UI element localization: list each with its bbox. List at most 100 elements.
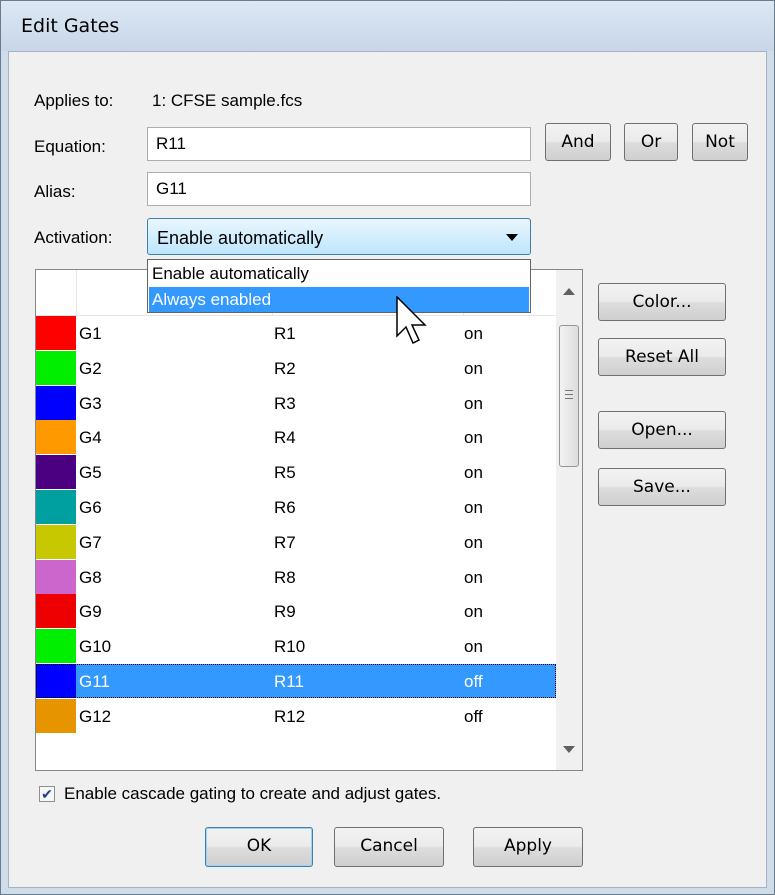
- table-row[interactable]: G10 R10 on: [36, 629, 556, 664]
- edit-gates-dialog: Edit Gates Applies to: 1: CFSE sample.fc…: [0, 0, 775, 895]
- gate-color-swatch: [36, 316, 76, 350]
- gate-name-cell: G5: [79, 463, 102, 483]
- gate-state-cell: on: [464, 498, 483, 517]
- cancel-button-label: Cancel: [360, 836, 418, 856]
- apply-button-label: Apply: [504, 836, 552, 856]
- open-button-label: Open...: [631, 420, 693, 440]
- activation-select-value: Enable automatically: [157, 228, 324, 248]
- table-row[interactable]: G6 R6 on: [36, 490, 556, 524]
- or-button[interactable]: Or: [624, 123, 678, 161]
- gate-state-cell: on: [464, 358, 483, 378]
- activation-option-enable-automatically[interactable]: Enable automatically: [149, 261, 529, 286]
- checkmark-icon: ✔: [41, 786, 53, 802]
- and-button-label: And: [561, 132, 595, 152]
- alias-label: Alias:: [34, 182, 76, 201]
- gate-color-swatch: [36, 524, 76, 559]
- table-row[interactable]: G12 R12 off: [36, 698, 556, 733]
- list-scrollbar[interactable]: [556, 270, 582, 770]
- gate-equation-cell: R7: [274, 532, 296, 552]
- and-button[interactable]: And: [545, 123, 611, 161]
- not-button-label: Not: [705, 132, 735, 152]
- ok-button[interactable]: OK: [205, 827, 313, 867]
- scroll-up-icon[interactable]: [563, 288, 575, 295]
- table-row[interactable]: G4 R4 on: [36, 420, 556, 455]
- activation-dropdown: Enable automatically Always enabled: [147, 259, 531, 313]
- gate-equation-cell: R4: [274, 428, 296, 448]
- table-row[interactable]: G2 R2 on: [36, 350, 556, 385]
- scroll-thumb[interactable]: [559, 325, 579, 467]
- gates-list[interactable]: G1 R1 on G2 R2 on G3 R3 on G4 R4 on G5 R5 on G6 R6 on G7 R7…: [35, 269, 583, 771]
- option-label: Enable automatically: [152, 264, 309, 283]
- gate-color-swatch: [36, 385, 76, 420]
- gate-state-cell: off: [464, 706, 483, 726]
- gate-equation-cell: R1: [274, 324, 296, 343]
- gate-equation-cell: R9: [274, 602, 296, 622]
- not-button[interactable]: Not: [692, 123, 748, 161]
- gate-name-cell: G9: [79, 602, 102, 622]
- gate-equation-cell: R8: [274, 567, 296, 587]
- gate-color-swatch: [36, 455, 76, 490]
- table-row[interactable]: G11 R11 off: [36, 664, 556, 698]
- alias-input[interactable]: G11: [147, 172, 531, 206]
- apply-button[interactable]: Apply: [473, 827, 583, 867]
- gate-name-cell: G12: [79, 706, 112, 726]
- table-row[interactable]: G5 R5 on: [36, 455, 556, 490]
- header-color-column[interactable]: [36, 270, 77, 315]
- mouse-pointer-icon: [396, 296, 427, 345]
- cascade-label[interactable]: Enable cascade gating to create and adju…: [64, 784, 441, 804]
- gate-equation-cell: R5: [274, 463, 296, 483]
- gate-state-cell: on: [464, 637, 483, 657]
- gate-state-cell: on: [464, 428, 483, 448]
- gate-color-swatch: [36, 350, 76, 385]
- gate-equation-cell: R10: [274, 637, 306, 657]
- table-row[interactable]: G9 R9 on: [36, 594, 556, 629]
- activation-option-always-enabled[interactable]: Always enabled: [149, 287, 529, 312]
- open-button[interactable]: Open...: [598, 411, 726, 449]
- grip-icon: [565, 398, 573, 399]
- applies-to-value: 1: CFSE sample.fcs: [152, 91, 303, 110]
- table-row[interactable]: G3 R3 on: [36, 385, 556, 420]
- gate-color-swatch: [36, 698, 76, 733]
- gate-state-cell: on: [464, 463, 483, 483]
- gate-state-cell: on: [464, 532, 483, 552]
- gate-name-cell: G8: [79, 567, 102, 587]
- gate-state-cell: on: [464, 393, 483, 413]
- gate-state-cell: on: [464, 567, 483, 587]
- gate-name-cell: G1: [79, 324, 102, 343]
- gate-name-cell: G2: [79, 358, 102, 378]
- ok-button-label: OK: [246, 836, 272, 856]
- gate-equation-cell: R2: [274, 358, 296, 378]
- gate-name-cell: G7: [79, 532, 102, 552]
- color-button[interactable]: Color...: [598, 283, 726, 321]
- title-bar[interactable]: Edit Gates: [1, 1, 774, 51]
- chevron-down-icon: [506, 234, 518, 241]
- cascade-checkbox[interactable]: ✔: [39, 786, 55, 802]
- gate-name-cell: G6: [79, 498, 102, 517]
- reset-all-button[interactable]: Reset All: [598, 338, 726, 376]
- equation-label: Equation:: [34, 137, 106, 156]
- option-label: Always enabled: [152, 290, 272, 309]
- cancel-button[interactable]: Cancel: [334, 827, 444, 867]
- table-row[interactable]: G8 R8 on: [36, 559, 556, 594]
- gate-name-cell: G3: [79, 393, 102, 413]
- gate-state-cell: on: [464, 602, 483, 622]
- gate-color-swatch: [36, 594, 76, 629]
- gate-color-swatch: [36, 629, 76, 664]
- save-button[interactable]: Save...: [598, 468, 726, 506]
- grip-icon: [565, 390, 573, 391]
- equation-input[interactable]: R11: [147, 127, 531, 161]
- activation-label: Activation:: [34, 228, 113, 247]
- activation-select[interactable]: Enable automatically: [147, 218, 531, 255]
- color-button-label: Color...: [632, 292, 692, 312]
- gate-equation-cell: R6: [274, 498, 296, 517]
- table-row[interactable]: G7 R7 on: [36, 524, 556, 559]
- scroll-down-icon[interactable]: [563, 746, 575, 753]
- focus-rectangle: [36, 664, 556, 698]
- reset-all-button-label: Reset All: [625, 347, 699, 367]
- gate-equation-cell: R3: [274, 393, 296, 413]
- gate-color-swatch: [36, 559, 76, 594]
- table-row[interactable]: G1 R1 on: [36, 316, 556, 350]
- dialog-title: Edit Gates: [21, 15, 120, 37]
- save-button-label: Save...: [633, 477, 691, 497]
- gate-color-swatch: [36, 490, 76, 524]
